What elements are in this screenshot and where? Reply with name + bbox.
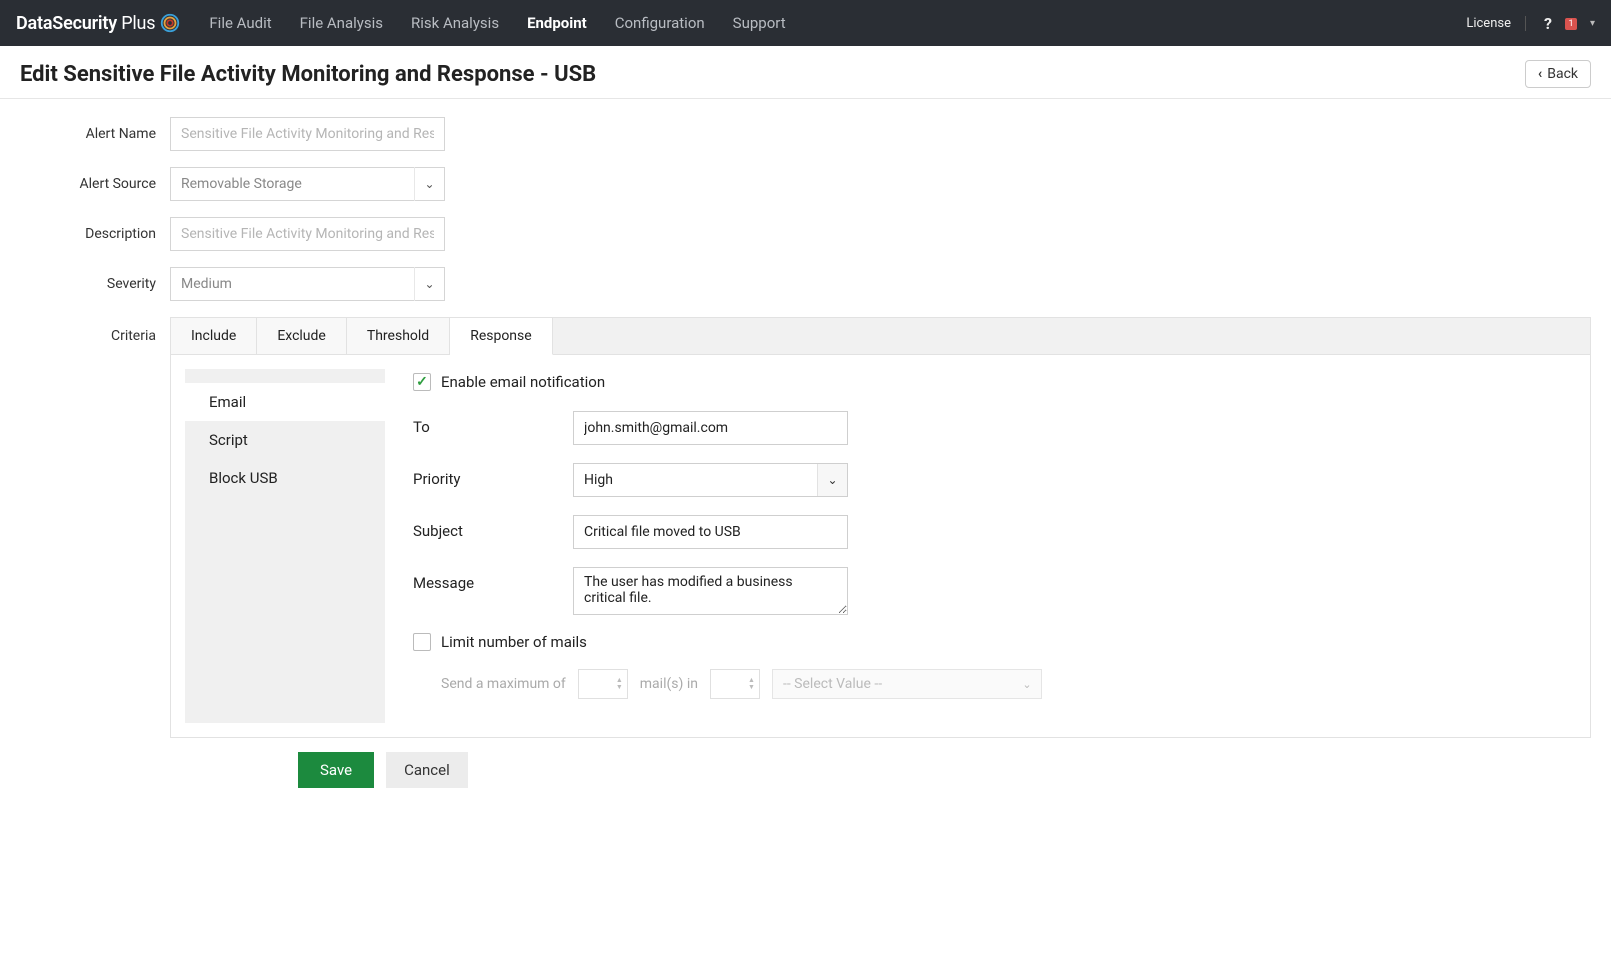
- back-label: Back: [1547, 66, 1578, 82]
- input-alert-name[interactable]: [170, 117, 445, 151]
- label-to: To: [413, 411, 573, 436]
- nav-items: File Audit File Analysis Risk Analysis E…: [209, 14, 1466, 32]
- limit-controls: Send a maximum of ▲▼ mail(s) in ▲▼ -- Se…: [441, 669, 1562, 699]
- cancel-button[interactable]: Cancel: [386, 752, 468, 788]
- license-link[interactable]: License: [1466, 16, 1526, 31]
- chevron-down-icon: ⌄: [817, 464, 847, 496]
- row-severity: Severity Medium ⌄: [20, 267, 1591, 301]
- response-form: Enable email notification To Priority Hi…: [385, 355, 1590, 737]
- textarea-message[interactable]: [573, 567, 848, 615]
- row-limit-mails: Limit number of mails: [413, 633, 1562, 651]
- row-enable-email: Enable email notification: [413, 373, 1562, 391]
- arrow-down-icon: ▼: [616, 684, 623, 691]
- input-description[interactable]: [170, 217, 445, 251]
- input-mails-in[interactable]: ▲▼: [710, 669, 760, 699]
- limit-section: Limit number of mails Send a maximum of …: [413, 633, 1562, 699]
- select-alert-source-value: Removable Storage: [171, 176, 312, 192]
- row-to: To: [413, 411, 1562, 445]
- row-alert-name: Alert Name: [20, 117, 1591, 151]
- tab-exclude[interactable]: Exclude: [257, 318, 347, 354]
- criteria-section: Criteria Include Exclude Threshold Respo…: [20, 317, 1591, 738]
- row-message: Message: [413, 567, 1562, 615]
- nav-endpoint[interactable]: Endpoint: [527, 14, 587, 32]
- chevron-down-icon: ⌄: [1013, 678, 1041, 691]
- select-priority[interactable]: High ⌄: [573, 463, 848, 497]
- select-severity[interactable]: Medium ⌄: [170, 267, 445, 301]
- row-priority: Priority High ⌄: [413, 463, 1562, 497]
- tab-bar-filler: [553, 318, 1590, 354]
- nav-right: License ? 1 ▾: [1466, 14, 1595, 33]
- tab-response[interactable]: Response: [450, 318, 553, 355]
- label-criteria: Criteria: [20, 317, 170, 738]
- nav-risk-analysis[interactable]: Risk Analysis: [411, 14, 499, 32]
- side-tab-script[interactable]: Script: [185, 421, 385, 459]
- select-limit-unit-value: -- Select Value --: [773, 676, 1013, 692]
- label-alert-source: Alert Source: [20, 176, 170, 192]
- form-footer: Save Cancel: [298, 752, 1591, 788]
- criteria-tabs: Include Exclude Threshold Response: [170, 317, 1591, 355]
- criteria-panel: Include Exclude Threshold Response Email…: [170, 317, 1591, 738]
- tab-include[interactable]: Include: [171, 318, 257, 354]
- brand-logo-icon: [159, 12, 181, 34]
- page-header: Edit Sensitive File Activity Monitoring …: [0, 46, 1611, 99]
- form-wrap: Alert Name Alert Source Removable Storag…: [0, 99, 1611, 806]
- response-panel: Email Script Block USB Enable email noti…: [170, 355, 1591, 738]
- side-tab-block-usb[interactable]: Block USB: [185, 459, 385, 497]
- input-max-mails[interactable]: ▲▼: [578, 669, 628, 699]
- label-severity: Severity: [20, 276, 170, 292]
- row-alert-source: Alert Source Removable Storage ⌄: [20, 167, 1591, 201]
- limit-text-mid: mail(s) in: [640, 676, 698, 692]
- response-side-tabs: Email Script Block USB: [185, 369, 385, 723]
- page-title: Edit Sensitive File Activity Monitoring …: [20, 62, 596, 87]
- select-priority-value: High: [574, 464, 817, 496]
- save-button[interactable]: Save: [298, 752, 374, 788]
- select-limit-unit[interactable]: -- Select Value -- ⌄: [772, 669, 1042, 699]
- row-description: Description: [20, 217, 1591, 251]
- label-alert-name: Alert Name: [20, 126, 170, 142]
- tab-threshold[interactable]: Threshold: [347, 318, 450, 354]
- notification-badge: 1: [1565, 18, 1577, 30]
- back-button[interactable]: ‹ Back: [1525, 60, 1591, 88]
- label-enable-email: Enable email notification: [441, 373, 605, 391]
- chevron-left-icon: ‹: [1538, 66, 1542, 82]
- user-menu[interactable]: ▾: [1588, 18, 1595, 29]
- arrow-down-icon: ▼: [748, 684, 755, 691]
- label-limit-mails: Limit number of mails: [441, 633, 587, 651]
- side-tab-email[interactable]: Email: [185, 383, 385, 421]
- label-subject: Subject: [413, 515, 573, 540]
- select-severity-value: Medium: [171, 276, 242, 292]
- chevron-down-icon: ▾: [1590, 18, 1595, 29]
- chevron-down-icon: ⌄: [414, 167, 444, 201]
- nav-configuration[interactable]: Configuration: [615, 14, 705, 32]
- label-message: Message: [413, 567, 573, 592]
- chevron-down-icon: ⌄: [414, 267, 444, 301]
- label-priority: Priority: [413, 463, 573, 488]
- help-icon[interactable]: ?: [1544, 14, 1552, 33]
- select-alert-source[interactable]: Removable Storage ⌄: [170, 167, 445, 201]
- nav-file-analysis[interactable]: File Analysis: [300, 14, 383, 32]
- checkbox-enable-email[interactable]: [413, 373, 431, 391]
- input-subject[interactable]: [573, 515, 848, 549]
- top-nav: DataSecurity Plus File Audit File Analys…: [0, 0, 1611, 46]
- row-subject: Subject: [413, 515, 1562, 549]
- input-to[interactable]: [573, 411, 848, 445]
- limit-text-prefix: Send a maximum of: [441, 676, 566, 692]
- checkbox-limit-mails[interactable]: [413, 633, 431, 651]
- nav-support[interactable]: Support: [733, 14, 786, 32]
- nav-file-audit[interactable]: File Audit: [209, 14, 271, 32]
- brand-text: DataSecurity Plus: [16, 13, 155, 34]
- brand[interactable]: DataSecurity Plus: [16, 12, 181, 34]
- label-description: Description: [20, 226, 170, 242]
